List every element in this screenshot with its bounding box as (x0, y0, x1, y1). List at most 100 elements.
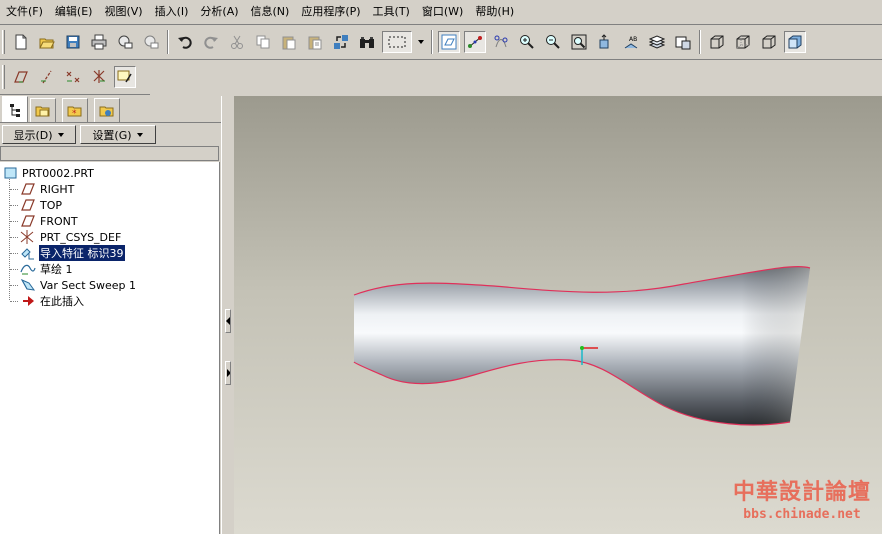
sketch-tool-icon[interactable] (114, 66, 136, 88)
show-dropdown-button[interactable]: 显示(D) (2, 125, 76, 144)
select-box-icon[interactable] (382, 31, 412, 53)
reorient-view-icon[interactable] (594, 31, 616, 53)
mail-attach-icon[interactable] (140, 31, 162, 53)
find-binoculars-icon[interactable] (356, 31, 378, 53)
refit-view-icon[interactable] (568, 31, 590, 53)
open-folder-icon[interactable] (36, 31, 58, 53)
menu-window[interactable]: 窗口(W) (416, 2, 469, 22)
menu-insert[interactable]: 插入(I) (149, 2, 195, 22)
datum-point-tool-icon[interactable] (62, 66, 84, 88)
no-hidden-display-icon[interactable] (758, 31, 780, 53)
menu-info[interactable]: 信息(N) (245, 2, 296, 22)
zoom-in-icon[interactable] (516, 31, 538, 53)
tree-guide-line (10, 189, 18, 190)
regenerate-icon[interactable] (330, 31, 352, 53)
tree-item-label: PRT_CSYS_DEF (40, 230, 122, 244)
tab-folder-browser[interactable] (30, 98, 56, 122)
wireframe-display-icon[interactable] (706, 31, 728, 53)
tab-model-tree[interactable] (2, 96, 28, 122)
collapse-left-arrow-icon[interactable] (225, 309, 231, 333)
toolbar-grip[interactable] (2, 30, 5, 54)
menu-applications[interactable]: 应用程序(P) (295, 2, 366, 22)
toolbar-grip[interactable] (2, 65, 5, 89)
svg-text:AB: AB (629, 36, 637, 43)
tree-item-label: FRONT (40, 214, 78, 228)
tab-favorites[interactable]: * (62, 98, 88, 122)
menu-help[interactable]: 帮助(H) (469, 2, 520, 22)
hidden-line-display-icon[interactable] (732, 31, 754, 53)
tree-item-var-sect-sweep[interactable]: Var Sect Sweep 1 (20, 277, 137, 293)
dropdown-arrow-icon (136, 132, 143, 137)
part-icon (2, 166, 18, 180)
menubar-divider (0, 24, 882, 25)
tree-options-bar: 显示(D) 设置(G) (0, 124, 222, 146)
tree-item-import-feature[interactable]: 导入特征 标识39 (20, 245, 125, 261)
navigator-divider (0, 122, 222, 123)
panel-splitter[interactable] (221, 96, 234, 534)
save-icon[interactable] (62, 31, 84, 53)
zoom-out-icon[interactable] (542, 31, 564, 53)
undo-icon[interactable] (174, 31, 196, 53)
menu-analysis[interactable]: 分析(A) (194, 2, 244, 22)
dropdown-arrow-icon (57, 132, 64, 137)
graphics-window[interactable] (234, 96, 882, 534)
tree-item-label: 导入特征 标识39 (39, 245, 125, 261)
menu-tools[interactable]: 工具(T) (367, 2, 416, 22)
insert-here-arrow-icon (20, 294, 36, 308)
cut-icon[interactable] (226, 31, 248, 53)
tree-item-sketch[interactable]: 草绘 1 (20, 261, 74, 277)
toolbar-separator (167, 30, 169, 54)
datum-points-display-icon[interactable] (490, 31, 512, 53)
settings-dropdown-button[interactable]: 设置(G) (80, 125, 156, 144)
tree-guide-line (10, 269, 18, 270)
select-dropdown-arrow-icon[interactable] (416, 31, 426, 53)
redo-icon[interactable] (200, 31, 222, 53)
shading-display-icon[interactable] (784, 31, 806, 53)
new-file-icon[interactable] (10, 31, 32, 53)
tree-item-right[interactable]: RIGHT (20, 181, 75, 197)
paste-special-icon[interactable] (304, 31, 326, 53)
datum-axes-display-icon[interactable] (464, 31, 486, 53)
folder-tree-icon (35, 106, 50, 116)
datum-plane-icon (20, 198, 36, 212)
toolbar-divider (0, 94, 150, 95)
model-viewport[interactable] (234, 96, 882, 534)
print-icon[interactable] (88, 31, 110, 53)
view-manager-icon[interactable] (672, 31, 694, 53)
send-mail-icon[interactable] (114, 31, 136, 53)
tree-item-label: 草绘 1 (40, 263, 73, 276)
tree-item-csys[interactable]: PRT_CSYS_DEF (20, 229, 122, 245)
copy-icon[interactable] (252, 31, 274, 53)
show-label: 显示(D) (13, 128, 53, 142)
tree-item-top[interactable]: TOP (20, 197, 63, 213)
menu-file[interactable]: 文件(F) (0, 2, 49, 22)
settings-label: 设置(G) (92, 128, 132, 142)
layers-icon[interactable] (646, 31, 668, 53)
model-tree-icon (10, 103, 20, 117)
datum-planes-display-icon[interactable] (438, 31, 460, 53)
tree-item-insert-here[interactable]: 在此插入 (20, 293, 85, 309)
menu-edit[interactable]: 编辑(E) (49, 2, 99, 22)
menu-view[interactable]: 视图(V) (98, 2, 148, 22)
datum-csys-tool-icon[interactable] (88, 66, 110, 88)
navigator-tabs: * (0, 96, 225, 122)
datum-plane-tool-icon[interactable] (10, 66, 32, 88)
datum-plane-icon (20, 214, 36, 228)
tree-column-header[interactable] (0, 146, 219, 161)
expand-right-arrow-icon[interactable] (225, 361, 231, 385)
saved-views-icon[interactable]: AB (620, 31, 642, 53)
main-toolbar: AB (0, 26, 882, 58)
paste-icon[interactable] (278, 31, 300, 53)
tree-item-front[interactable]: FRONT (20, 213, 79, 229)
web-folder-icon (99, 106, 114, 116)
sweep-icon (20, 278, 36, 292)
datum-axis-tool-icon[interactable] (36, 66, 58, 88)
tree-root-part[interactable]: PRT0002.PRT (2, 165, 95, 181)
tree-guide-line (10, 285, 18, 286)
menu-bar: 文件(F) 编辑(E) 视图(V) 插入(I) 分析(A) 信息(N) 应用程序… (0, 0, 882, 24)
tab-connections[interactable] (94, 98, 120, 122)
model-tree: PRT0002.PRT RIGHT TOP FRONT PRT_CSYS_DEF… (0, 162, 220, 534)
tree-guide-line (10, 221, 18, 222)
toolbar-divider (0, 59, 882, 60)
tree-item-label: Var Sect Sweep 1 (40, 278, 137, 292)
